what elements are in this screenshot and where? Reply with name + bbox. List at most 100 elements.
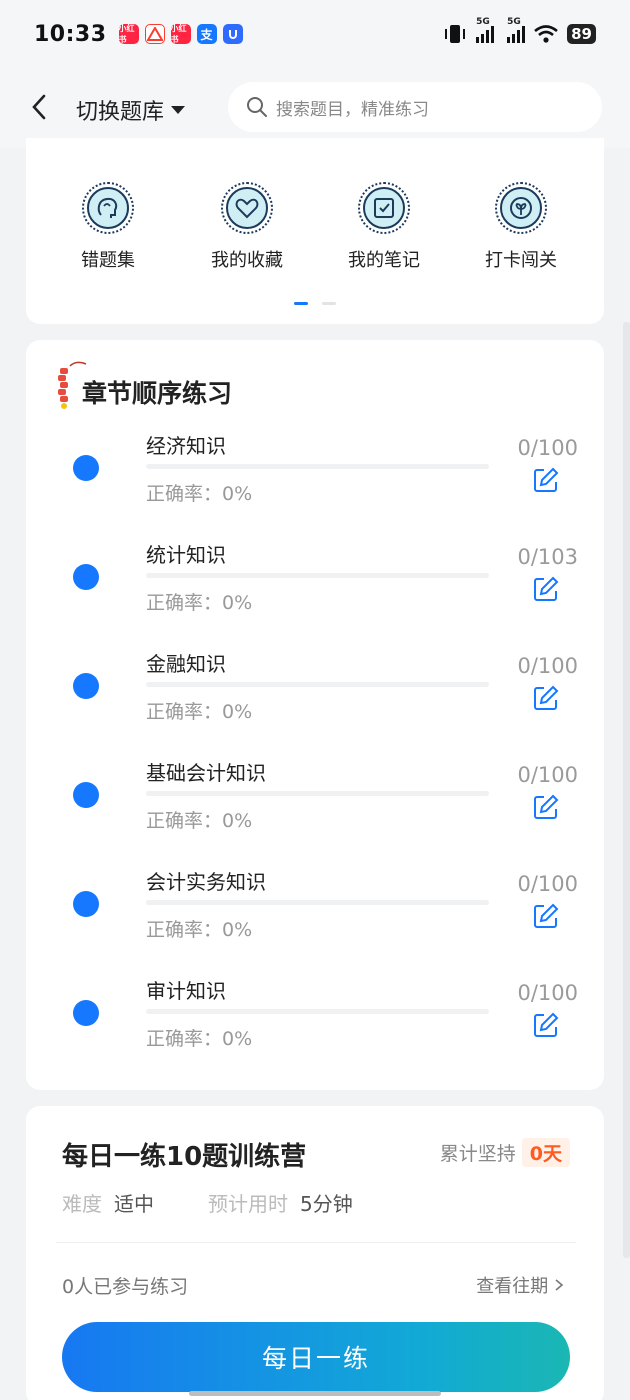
search-icon — [247, 97, 267, 117]
status-indicators: 5G 5G 89 — [442, 17, 596, 44]
divider — [56, 1242, 576, 1243]
chapter-name: 统计知识 — [146, 543, 226, 567]
chapter-practice-card: 章节顺序练习 经济知识 正确率：0% 0/100 统计知识 正确率：0% 0/1… — [26, 340, 604, 1090]
chapter-row[interactable]: 金融知识 正确率：0% 0/100 — [26, 648, 604, 756]
edit-icon[interactable] — [532, 1011, 560, 1039]
chapter-name: 金融知识 — [146, 652, 226, 676]
xiaohongshu-icon: 小红书 — [118, 24, 139, 44]
chapter-accuracy: 正确率：0% — [146, 810, 253, 832]
chevron-left-icon — [32, 94, 46, 120]
chevron-right-icon — [555, 1279, 564, 1291]
xiaohongshu-icon-2: 小红书 — [170, 24, 191, 44]
daily-meta: 难度 适中 预计用时 5分钟 — [62, 1188, 353, 1217]
search-placeholder: 搜索题目，精准练习 — [276, 99, 429, 120]
edit-icon[interactable] — [532, 902, 560, 930]
page-dot-active — [294, 302, 308, 305]
chapter-row[interactable]: 会计实务知识 正确率：0% 0/100 — [26, 866, 604, 974]
chapter-name: 经济知识 — [146, 434, 226, 458]
app-blue-icon — [222, 24, 243, 44]
history-label: 查看往期 — [476, 1276, 549, 1297]
difficulty-value: 适中 — [114, 1192, 154, 1216]
signal-icon: 5G — [476, 17, 499, 43]
chapter-dot — [73, 782, 99, 808]
chapter-accuracy: 正确率：0% — [146, 701, 253, 723]
chapter-name: 审计知识 — [146, 979, 226, 1003]
app-red-icon — [144, 24, 165, 44]
switch-question-bank-button[interactable]: 切换题库 — [76, 94, 186, 126]
chapter-count: 0/103 — [517, 545, 578, 569]
chapter-name: 会计实务知识 — [146, 870, 266, 894]
chapter-row[interactable]: 经济知识 正确率：0% 0/100 — [26, 430, 604, 538]
tool-checkin-challenge[interactable]: 打卡闯关 — [461, 182, 581, 272]
caret-down-icon — [171, 106, 186, 114]
tool-label: 打卡闯关 — [485, 250, 557, 271]
heart-icon — [235, 198, 259, 219]
tool-label: 我的收藏 — [211, 250, 283, 271]
chapter-row[interactable]: 统计知识 正确率：0% 0/103 — [26, 539, 604, 647]
chapter-row[interactable]: 审计知识 正确率：0% 0/100 — [26, 975, 604, 1083]
difficulty-label: 难度 — [62, 1192, 102, 1216]
chapter-progress-bar — [146, 900, 489, 905]
top-nav: 切换题库 搜索题目，精准练习 — [0, 68, 630, 148]
signal-icon-2: 5G — [507, 17, 526, 43]
chapter-row[interactable]: 基础会计知识 正确率：0% 0/100 — [26, 757, 604, 865]
time-label: 预计用时 — [208, 1192, 288, 1216]
daily-practice-button[interactable]: 每日一练 — [62, 1322, 570, 1392]
chapter-accuracy: 正确率：0% — [146, 592, 253, 614]
search-input[interactable]: 搜索题目，精准练习 — [228, 82, 602, 132]
joined-count: 0人已参与练习 — [62, 1276, 189, 1298]
chapter-dot — [73, 455, 99, 481]
tool-my-favorites[interactable]: 我的收藏 — [187, 182, 307, 272]
chapter-count: 0/100 — [517, 763, 578, 787]
tool-label: 我的笔记 — [348, 250, 420, 271]
daily-practice-card: 每日一练10题训练营 累计坚持 0天 难度 适中 预计用时 5分钟 0人已参与练… — [26, 1106, 604, 1400]
section-title: 章节顺序练习 — [82, 379, 233, 408]
note-icon — [374, 198, 394, 218]
tool-wrong-questions[interactable]: 错题集 — [48, 182, 168, 272]
chapter-accuracy: 正确率：0% — [146, 483, 253, 505]
chapter-progress-bar — [146, 464, 489, 469]
persist-badge: 0天 — [521, 1138, 570, 1167]
page-dot — [322, 302, 336, 305]
chapter-count: 0/100 — [517, 436, 578, 460]
chapter-progress-bar — [146, 791, 489, 796]
chapter-count: 0/100 — [517, 981, 578, 1005]
chapter-dot — [73, 564, 99, 590]
edit-icon[interactable] — [532, 575, 560, 603]
switch-bank-label: 切换题库 — [76, 100, 165, 125]
wifi-icon — [534, 25, 558, 43]
battery-indicator: 89 — [567, 24, 596, 44]
chapter-dot — [73, 673, 99, 699]
persist-streak: 累计坚持 0天 — [440, 1138, 570, 1167]
quick-tools-card: 错题集 我的收藏 我的笔记 打卡闯关 — [26, 138, 604, 324]
edit-icon[interactable] — [532, 684, 560, 712]
page-indicator — [294, 302, 336, 305]
chapter-accuracy: 正确率：0% — [146, 1028, 253, 1050]
chapter-dot — [73, 891, 99, 917]
chapter-progress-bar — [146, 573, 489, 578]
view-history-link[interactable]: 查看往期 — [476, 1272, 564, 1298]
status-bar: 10:33 小红书 小红书 支 5G 5G 89 — [0, 0, 630, 68]
tool-label: 错题集 — [81, 250, 135, 271]
chapter-progress-bar — [146, 682, 489, 687]
status-time: 10:33 — [34, 21, 107, 47]
status-app-icons: 小红书 小红书 支 — [118, 24, 243, 44]
plant-icon — [510, 197, 532, 219]
chapter-progress-bar — [146, 1009, 489, 1014]
time-value: 5分钟 — [300, 1192, 353, 1216]
chapter-dot — [73, 1000, 99, 1026]
chapter-count: 0/100 — [517, 872, 578, 896]
chapter-accuracy: 正确率：0% — [146, 919, 253, 941]
home-indicator[interactable] — [189, 1391, 441, 1396]
daily-title: 每日一练10题训练营 — [62, 1142, 307, 1172]
head-icon — [97, 197, 118, 218]
edit-icon[interactable] — [532, 793, 560, 821]
edit-icon[interactable] — [532, 466, 560, 494]
alipay-icon: 支 — [196, 24, 217, 44]
tool-my-notes[interactable]: 我的笔记 — [324, 182, 444, 272]
chapter-name: 基础会计知识 — [146, 761, 266, 785]
persist-label: 累计坚持 — [439, 1143, 516, 1165]
scrollbar[interactable] — [623, 322, 630, 1258]
back-button[interactable] — [28, 92, 52, 122]
vibrate-icon — [445, 25, 466, 43]
